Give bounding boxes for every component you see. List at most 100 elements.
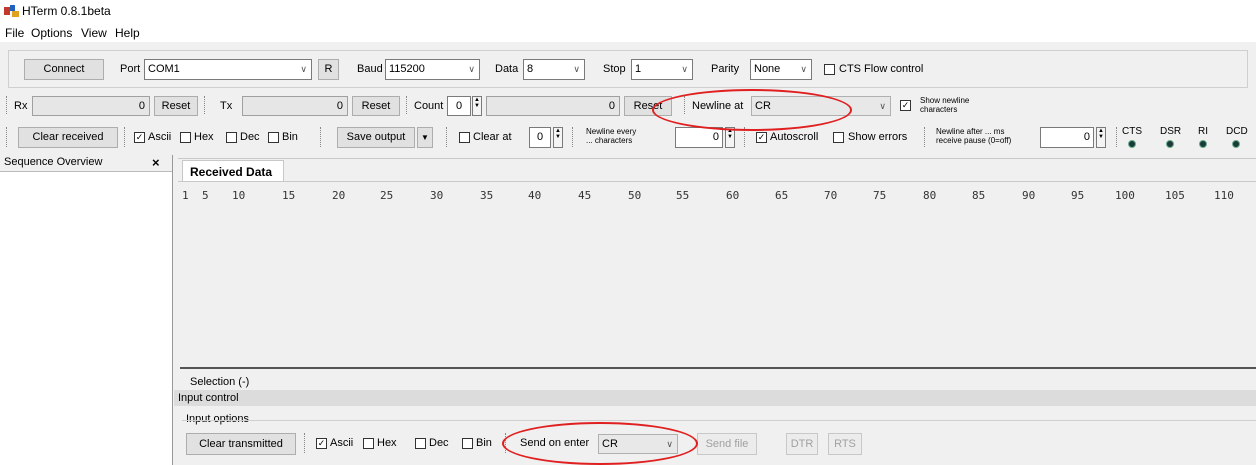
clear-received-button[interactable]: Clear received [18,127,118,148]
ascii-label: Ascii [148,131,172,143]
sequence-overview-panel [0,155,173,465]
refresh-ports-button[interactable]: R [318,59,339,80]
sequence-overview-header: Sequence Overview × [0,155,172,172]
ruler-mark: 105 [1165,189,1185,202]
toolbar-grip[interactable] [124,127,128,147]
tab-strip-divider [178,158,1256,159]
ruler-mark: 50 [628,189,642,202]
newline-after-input[interactable]: 0 [1040,127,1094,148]
ruler-mark: 5 [202,189,209,202]
menu-options[interactable]: Options [31,26,72,40]
input-dec-checkbox[interactable] [415,438,426,449]
received-area-splitter[interactable] [180,367,1256,369]
parity-select[interactable]: None ∨ [750,59,812,80]
hex-label: Hex [194,131,214,143]
clear-transmitted-button[interactable]: Clear transmitted [186,433,296,455]
toolbar-grip[interactable] [204,96,208,114]
close-icon[interactable]: × [152,155,160,170]
toolbar-grip[interactable] [304,433,308,453]
dtr-button[interactable]: DTR [786,433,818,455]
ruler-mark: 75 [873,189,887,202]
ruler-mark: 90 [1022,189,1036,202]
autoscroll-checkbox[interactable]: ✓ [756,132,767,143]
toolbar-grip[interactable] [572,127,576,147]
menu-file[interactable]: File [5,26,24,40]
app-icon [4,5,19,17]
port-label: Port [120,63,141,75]
chevron-down-icon: ∨ [300,64,307,74]
dec-label: Dec [240,131,260,143]
cts-led-icon [1128,140,1136,148]
send-file-button[interactable]: Send file [697,433,757,455]
ruler-mark: 30 [430,189,444,202]
newline-after-spinner[interactable]: ▲ ▼ [1096,127,1106,148]
tab-received-data-label: Received Data [190,165,273,179]
menu-view[interactable]: View [81,26,107,40]
newline-every-label-2: ... characters [586,136,633,145]
baud-select[interactable]: 115200 ∨ [385,59,480,80]
count-input[interactable]: 0 [447,96,471,116]
toolbar-grip[interactable] [320,127,324,147]
show-newline-label-2: characters [920,105,958,114]
hex-checkbox[interactable] [180,132,191,143]
tx-reset-button[interactable]: Reset [352,96,400,116]
toolbar-grip[interactable] [1116,127,1120,147]
ruler-mark: 10 [232,189,246,202]
ruler-mark: 20 [332,189,346,202]
save-output-button[interactable]: Save output [337,127,415,148]
input-ascii-checkbox[interactable]: ✓ [316,438,327,449]
menu-help[interactable]: Help [115,26,140,40]
data-label: Data [495,63,519,75]
count-label: Count [414,100,444,112]
rx-counter: 0 [32,96,150,116]
clear-at-spinner[interactable]: ▲ ▼ [553,127,563,148]
cts-flow-control-label: CTS Flow control [839,63,924,75]
clear-at-input[interactable]: 0 [529,127,551,148]
dcd-led-icon [1232,140,1240,148]
ruler-mark: 65 [775,189,789,202]
toolbar-grip[interactable] [406,96,410,114]
menu-bar: File Options View Help [0,22,1256,42]
save-output-dropdown[interactable]: ▼ [417,127,433,148]
clear-at-checkbox[interactable] [459,132,470,143]
rts-button[interactable]: RTS [828,433,862,455]
ruler-mark: 25 [380,189,394,202]
data-bits-value: 8 [527,63,534,75]
data-bits-select[interactable]: 8 ∨ [523,59,585,80]
cts-flow-control-checkbox[interactable] [824,64,835,75]
stop-bits-select[interactable]: 1 ∨ [631,59,693,80]
ruler-mark: 55 [676,189,690,202]
count-spinner[interactable]: ▲ ▼ [472,96,482,116]
newline-every-input[interactable]: 0 [675,127,723,148]
input-hex-label: Hex [377,437,397,449]
input-dec-label: Dec [429,437,449,449]
dec-checkbox[interactable] [226,132,237,143]
rx-reset-button[interactable]: Reset [154,96,198,116]
ri-signal-label: RI [1198,126,1208,137]
ascii-checkbox[interactable]: ✓ [134,132,145,143]
input-ascii-label: Ascii [330,437,354,449]
port-select[interactable]: COM1 ∨ [144,59,312,80]
ruler-mark: 95 [1071,189,1085,202]
show-newline-checkbox[interactable]: ✓ [900,100,911,111]
selection-status: Selection (-) [190,376,250,388]
ruler-mark: 1 [182,189,189,202]
input-hex-checkbox[interactable] [363,438,374,449]
count-display: 0 [486,96,620,116]
chevron-down-icon: ∨ [468,64,475,74]
ruler-mark: 15 [282,189,296,202]
toolbar-grip[interactable] [6,96,10,114]
toolbar-grip[interactable] [924,127,928,147]
show-errors-checkbox[interactable] [833,132,844,143]
tab-received-data[interactable]: Received Data [182,160,284,182]
input-bin-checkbox[interactable] [462,438,473,449]
toolbar-grip[interactable] [6,127,10,147]
toolbar-grip[interactable] [446,127,450,147]
dcd-signal-label: DCD [1226,126,1248,137]
baud-label: Baud [357,63,383,75]
connect-button[interactable]: Connect [24,59,104,80]
bin-checkbox[interactable] [268,132,279,143]
received-data-area[interactable] [178,182,1256,368]
cts-signal-label: CTS [1122,126,1142,137]
newline-after-label-2: receive pause (0=off) [936,136,1012,145]
